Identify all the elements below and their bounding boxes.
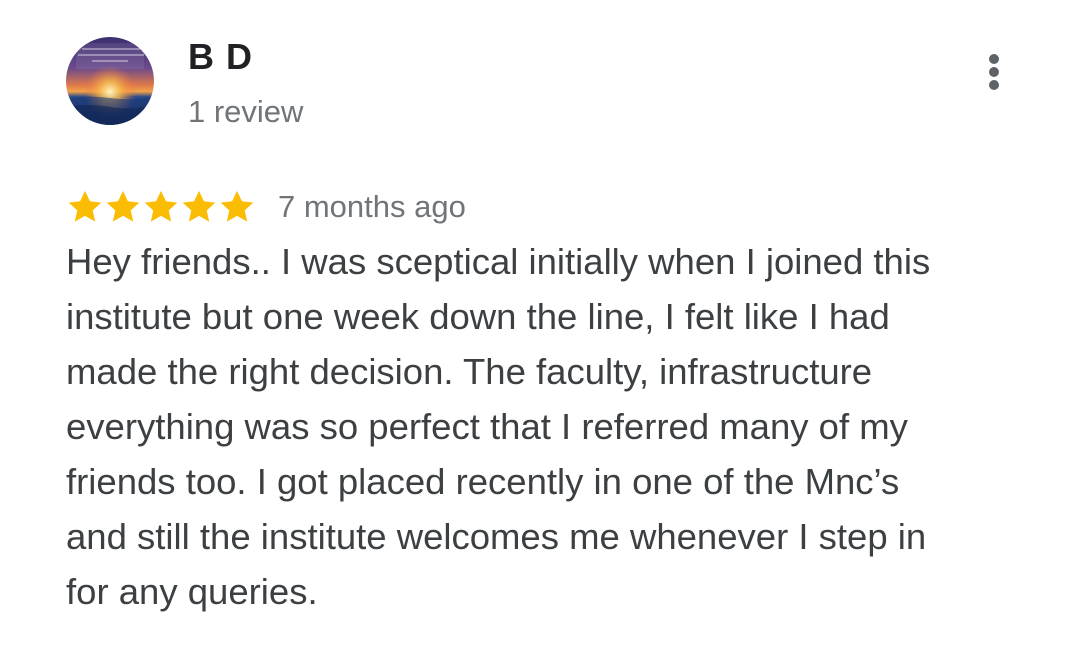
star-icon (144, 190, 178, 222)
review-card: B D 1 review 7 months ago Hey friends.. … (0, 0, 1080, 670)
star-icon (220, 190, 254, 222)
rating-row: 7 months ago (66, 183, 466, 231)
avatar[interactable] (66, 37, 154, 125)
star-icon (182, 190, 216, 222)
review-count[interactable]: 1 review (188, 92, 303, 132)
review-time: 7 months ago (278, 189, 466, 224)
star-icon (68, 190, 102, 222)
star-icon (106, 190, 140, 222)
sunset-avatar-image (66, 37, 154, 125)
more-options-button[interactable] (976, 48, 1012, 96)
reviewer-name[interactable]: B D (188, 36, 253, 78)
review-text: Hey friends.. I was sceptical initially … (66, 241, 931, 612)
star-rating (66, 183, 256, 231)
